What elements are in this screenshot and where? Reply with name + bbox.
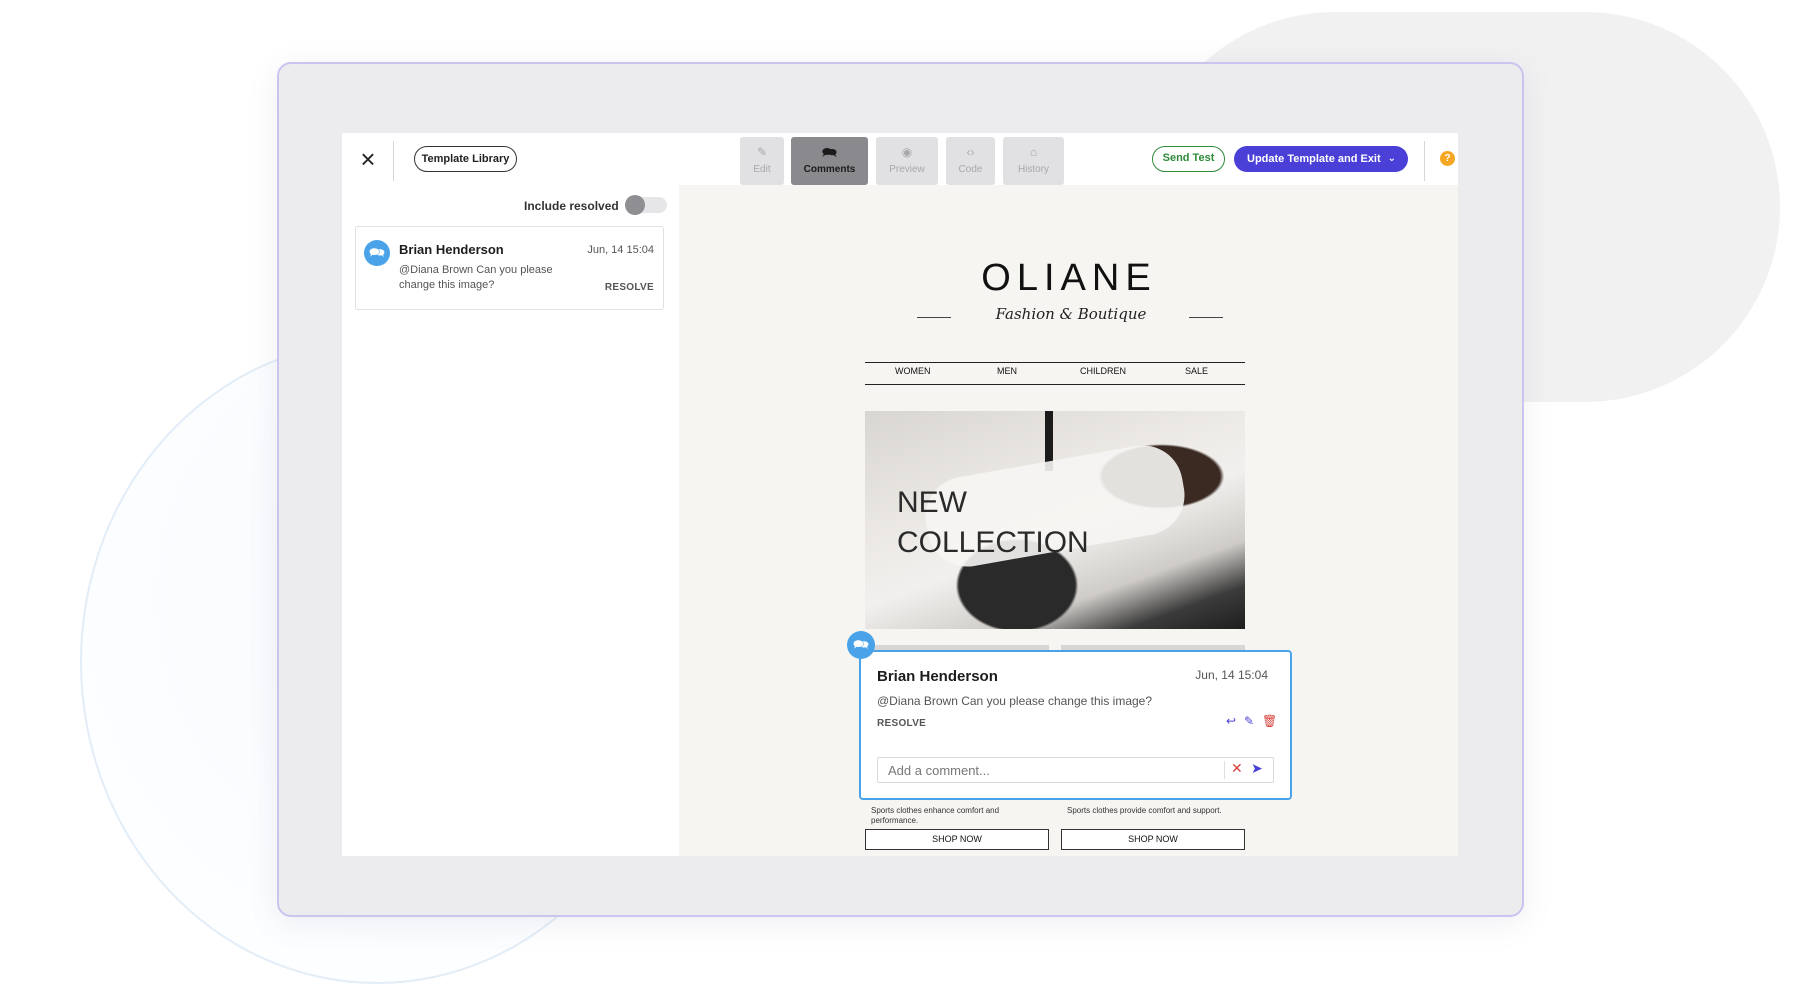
template-library-button[interactable]: Template Library xyxy=(414,146,517,172)
tab-label: Preview xyxy=(889,164,925,175)
shop-now-button-left[interactable]: SHOP NOW xyxy=(865,829,1049,850)
include-resolved-label: Include resolved xyxy=(524,199,619,213)
product-blurb-right: Sports clothes provide comfort and suppo… xyxy=(1067,806,1222,815)
reply-icon[interactable]: ↩ xyxy=(1226,714,1236,728)
top-toolbar: × Template Library ✎ Edit 🗪 Comments ◉ P… xyxy=(342,133,1458,185)
close-icon[interactable]: × xyxy=(356,146,380,172)
clear-icon[interactable]: ✕ xyxy=(1231,760,1243,777)
popup-resolve-button[interactable]: RESOLVE xyxy=(877,718,926,729)
toggle-knob[interactable] xyxy=(625,195,645,215)
comment-popup: Brian Henderson Jun, 14 15:04 @Diana Bro… xyxy=(859,650,1292,800)
send-test-button[interactable]: Send Test xyxy=(1152,146,1225,172)
input-divider xyxy=(1224,761,1225,779)
email-nav: WOMEN MEN CHILDREN SALE xyxy=(865,362,1245,385)
tab-comments[interactable]: 🗪 Comments xyxy=(791,137,868,185)
tab-history[interactable]: ⌂ History xyxy=(1003,137,1064,185)
tagline-rule xyxy=(1189,317,1223,318)
include-resolved-toggle[interactable] xyxy=(625,195,667,215)
nav-item-women[interactable]: WOMEN xyxy=(895,366,931,376)
comment-input-box: ✕ ➤ xyxy=(877,757,1274,783)
popup-author: Brian Henderson xyxy=(877,668,998,685)
tab-label: History xyxy=(1017,164,1050,175)
comments-panel: Include resolved 🗪 Brian Henderson Jun, … xyxy=(342,185,680,856)
comment-text: @Diana Brown Can you please change this … xyxy=(399,264,553,291)
shop-now-button-right[interactable]: SHOP NOW xyxy=(1061,829,1245,850)
resolve-button[interactable]: RESOLVE xyxy=(605,282,654,293)
history-icon: ⌂ xyxy=(1029,145,1038,159)
comment-icon: 🗪 xyxy=(822,145,837,159)
comment-date: Jun, 14 15:04 xyxy=(587,244,654,256)
nav-item-children[interactable]: CHILDREN xyxy=(1080,366,1126,376)
nav-item-sale[interactable]: SALE xyxy=(1185,366,1208,376)
brand-tagline: Fashion & Boutique xyxy=(995,305,1147,323)
update-template-exit-button[interactable]: Update Template and Exit ⌄ xyxy=(1234,146,1408,172)
pencil-icon: ✎ xyxy=(756,145,768,159)
tab-label: Code xyxy=(958,164,983,175)
edit-icon[interactable]: ✎ xyxy=(1244,714,1254,728)
eye-icon: ◉ xyxy=(901,145,913,159)
hero-image[interactable]: NEW COLLECTION xyxy=(865,411,1245,629)
comment-marker-icon[interactable]: 🗪 xyxy=(847,631,875,659)
hero-title: NEW COLLECTION xyxy=(897,486,1089,559)
chevron-down-icon[interactable]: ⌄ xyxy=(1388,146,1396,172)
nav-item-men[interactable]: MEN xyxy=(997,366,1017,376)
tab-label: Edit xyxy=(753,164,771,175)
code-icon: ‹› xyxy=(966,145,975,159)
tab-edit[interactable]: ✎ Edit xyxy=(740,137,784,185)
tagline-rule xyxy=(917,317,951,318)
update-button-label: Update Template and Exit xyxy=(1247,153,1381,165)
trash-icon[interactable]: 🗑 xyxy=(1262,714,1277,728)
send-icon[interactable]: ➤ xyxy=(1251,760,1263,777)
brand-logo: OLIANE xyxy=(981,257,1157,299)
comment-card[interactable]: 🗪 Brian Henderson Jun, 14 15:04 @Diana B… xyxy=(355,226,664,310)
popup-text: @Diana Brown Can you please change this … xyxy=(877,694,1153,708)
add-comment-input[interactable] xyxy=(878,758,1223,782)
product-blurb-left: Sports clothes enhance comfort and perfo… xyxy=(871,806,1000,825)
toolbar-divider xyxy=(1424,141,1425,181)
popup-date: Jun, 14 15:04 xyxy=(1195,668,1268,682)
help-icon[interactable]: ? xyxy=(1440,151,1455,166)
comment-author: Brian Henderson xyxy=(399,242,504,257)
tab-preview[interactable]: ◉ Preview xyxy=(876,137,938,185)
tab-code[interactable]: ‹› Code xyxy=(946,137,995,185)
toolbar-divider xyxy=(393,141,394,181)
tab-label: Comments xyxy=(803,164,856,175)
comment-bubble-icon: 🗪 xyxy=(364,240,390,266)
